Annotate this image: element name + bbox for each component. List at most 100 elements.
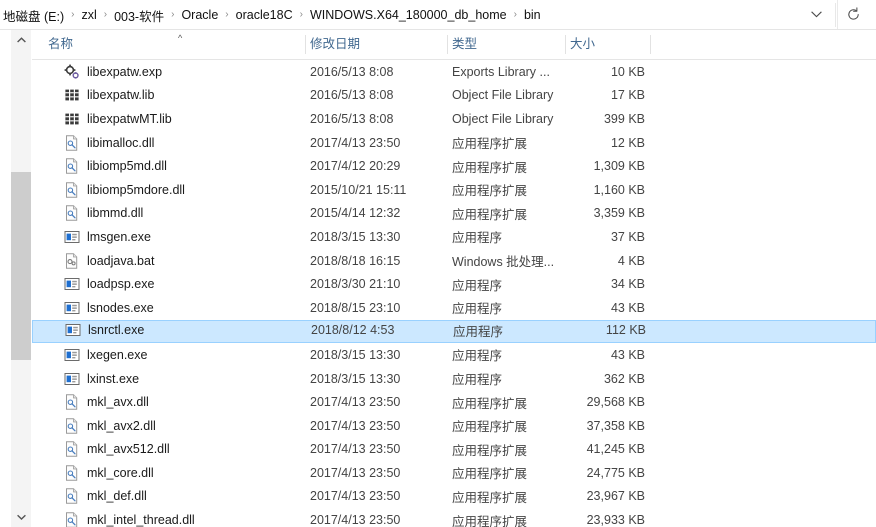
file-rows[interactable]: libexpatw.exp 2016/5/13 8:08 Exports Libra… [32,60,876,527]
file-name-cell[interactable]: libiomp5md.dll [64,154,167,178]
file-type-cell: 应用程序扩展 [452,137,528,152]
file-size-cell: 1,309 KB [593,159,645,174]
file-type-cell: 应用程序 [452,302,503,317]
breadcrumb-item[interactable]: Oracle [178,6,221,24]
table-row[interactable]: lsnodes.exe 2018/8/15 23:10 应用程序 43 KB [32,296,876,320]
file-size-cell: 362 KB [603,371,645,386]
table-row[interactable]: mkl_avx512.dll 2017/4/13 23:50 应用程序扩展 41,24… [32,438,876,462]
breadcrumb-item[interactable]: 003-软件 [111,4,167,27]
column-header-size[interactable]: 大小 [570,30,595,59]
column-divider[interactable] [447,35,448,54]
file-name-cell[interactable]: libiomp5mdore.dll [64,178,185,202]
file-type-cell: 应用程序扩展 [452,160,528,175]
breadcrumb[interactable]: 地磁盘 (E:) › zxl › 003-软件 › Oracle › oracle18C › WIN… [0,0,544,30]
scrollbar-thumb[interactable] [11,172,31,360]
file-name-cell[interactable]: libexpatwMT.lib [64,107,172,131]
file-date-cell: 2017/4/13 23:50 [310,442,401,457]
table-row[interactable]: libexpatw.exp 2016/5/13 8:08 Exports Libra… [32,60,876,84]
file-name-label: libexpatw.exp [87,64,163,79]
refresh-button[interactable] [837,0,868,29]
chevron-down-icon [810,11,822,18]
breadcrumb-separator: › [171,9,175,20]
file-name-cell[interactable]: lxinst.exe [64,367,139,391]
file-name-cell[interactable]: mkl_avx.dll [64,390,149,414]
dll-icon [66,465,78,481]
file-name-cell[interactable]: mkl_avx2.dll [64,414,156,438]
file-name-cell[interactable]: libexpatw.lib [64,84,154,108]
file-date-cell: 2017/4/13 23:50 [310,465,401,480]
file-date-cell: 2018/8/12 4:53 [311,323,395,338]
file-name-label: libmmd.dll [87,206,144,221]
table-row[interactable]: libiomp5mdore.dll 2015/10/21 15:11 应用程序扩展 1… [32,178,876,202]
breadcrumb-item[interactable]: zxl [78,6,99,24]
file-size-cell: 34 KB [610,277,645,292]
file-date-cell: 2018/3/30 21:10 [310,277,401,292]
exe-icon [64,301,80,314]
table-row[interactable]: mkl_core.dll 2017/4/13 23:50 应用程序扩展 24,775 … [32,461,876,485]
file-name-cell[interactable]: mkl_core.dll [64,461,154,485]
file-name-label: libexpatw.lib [87,88,155,103]
file-name-cell[interactable]: loadpsp.exe [64,272,154,296]
file-name-label: libiomp5md.dll [87,159,167,174]
column-divider[interactable] [565,35,566,54]
file-name-cell[interactable]: libmmd.dll [64,202,143,226]
vertical-scrollbar[interactable] [11,30,31,527]
file-type-cell: 应用程序 [452,278,503,293]
table-row-selected[interactable]: lsnrctl.exe 2018/8/12 4:53 应用程序 112 KB [32,319,876,344]
file-name-cell[interactable]: lxegen.exe [64,343,147,367]
breadcrumb-item[interactable]: oracle18C [233,6,296,24]
refresh-icon [847,7,859,20]
file-name-cell[interactable]: mkl_avx512.dll [64,438,170,462]
table-row[interactable]: libiomp5md.dll 2017/4/12 20:29 应用程序扩展 1,309… [32,154,876,178]
file-type-cell: 应用程序扩展 [452,420,528,435]
scrollbar-up-button[interactable] [11,30,31,50]
file-name-cell[interactable]: lsnrctl.exe [65,320,144,342]
file-name-cell[interactable]: libexpatw.exp [64,60,162,84]
file-type-cell: 应用程序 [453,324,504,339]
file-name-cell[interactable]: libimalloc.dll [64,131,154,155]
table-row[interactable]: loadjava.bat 2018/8/18 16:15 Windows 批处理..… [32,249,876,273]
file-name-cell[interactable]: lsnodes.exe [64,296,154,320]
file-name-cell[interactable]: mkl_def.dll [64,485,147,509]
table-row[interactable]: lxinst.exe 2018/3/15 13:30 应用程序 362 KB [32,367,876,391]
file-size-cell: 112 KB [605,323,646,338]
scrollbar-down-button[interactable] [11,507,31,527]
file-date-cell: 2015/10/21 15:11 [310,182,407,197]
table-row[interactable]: lmsgen.exe 2018/3/15 13:30 应用程序 37 KB [32,225,876,249]
table-row[interactable]: mkl_intel_thread.dll 2017/4/13 23:50 应用程序扩… [32,508,876,527]
table-row[interactable]: mkl_avx.dll 2017/4/13 23:50 应用程序扩展 29,568 K… [32,390,876,414]
table-row[interactable]: mkl_avx2.dll 2017/4/13 23:50 应用程序扩展 37,358 … [32,414,876,438]
file-name-label: lsnrctl.exe [88,323,145,338]
column-header-date-modified[interactable]: 修改日期 [310,30,360,59]
table-row[interactable]: libexpatwMT.lib 2016/5/13 8:08 Object File… [32,107,876,131]
table-row[interactable]: libexpatw.lib 2016/5/13 8:08 Object File L… [32,84,876,108]
column-divider[interactable] [305,35,306,54]
file-name-cell[interactable]: loadjava.bat [64,249,154,273]
file-name-cell[interactable]: lmsgen.exe [64,225,151,249]
column-divider[interactable] [650,35,651,54]
breadcrumb-item[interactable]: 地磁盘 (E:) [0,4,67,27]
file-name-cell[interactable]: mkl_intel_thread.dll [64,508,195,527]
file-name-label: lxegen.exe [87,347,148,362]
table-row[interactable]: libimalloc.dll 2017/4/13 23:50 应用程序扩展 12 KB [32,131,876,155]
column-header-name[interactable]: 名称 [48,30,73,59]
sort-ascending-icon: ^ [178,33,183,43]
table-row[interactable]: loadpsp.exe 2018/3/30 21:10 应用程序 34 KB [32,272,876,296]
file-size-cell: 43 KB [610,347,645,362]
table-row[interactable]: lxegen.exe 2018/3/15 13:30 应用程序 43 KB [32,343,876,367]
address-bar[interactable]: 地磁盘 (E:) › zxl › 003-软件 › Oracle › oracle18C › WIN… [0,0,876,30]
table-row[interactable]: mkl_def.dll 2017/4/13 23:50 应用程序扩展 23,967 K… [32,485,876,509]
file-size-cell: 4 KB [617,253,645,268]
breadcrumb-item[interactable]: WINDOWS.X64_180000_db_home [307,6,510,24]
address-history-dropdown-button[interactable] [802,0,830,29]
breadcrumb-item[interactable]: bin [521,6,544,24]
dll-icon [66,134,78,151]
file-name-label: lmsgen.exe [87,229,151,244]
table-row[interactable]: libmmd.dll 2015/4/14 12:32 应用程序扩展 3,359 KB [32,202,876,226]
column-header-type[interactable]: 类型 [452,30,477,59]
file-size-cell: 23,967 KB [586,489,645,504]
file-list-pane[interactable]: ^ 名称 修改日期 类型 大小 libexpatw.exp 2016/5/13 8… [32,30,876,527]
object-library-icon [65,89,79,101]
file-size-cell: 10 KB [610,64,645,79]
column-header-row[interactable]: ^ 名称 修改日期 类型 大小 [32,30,876,60]
